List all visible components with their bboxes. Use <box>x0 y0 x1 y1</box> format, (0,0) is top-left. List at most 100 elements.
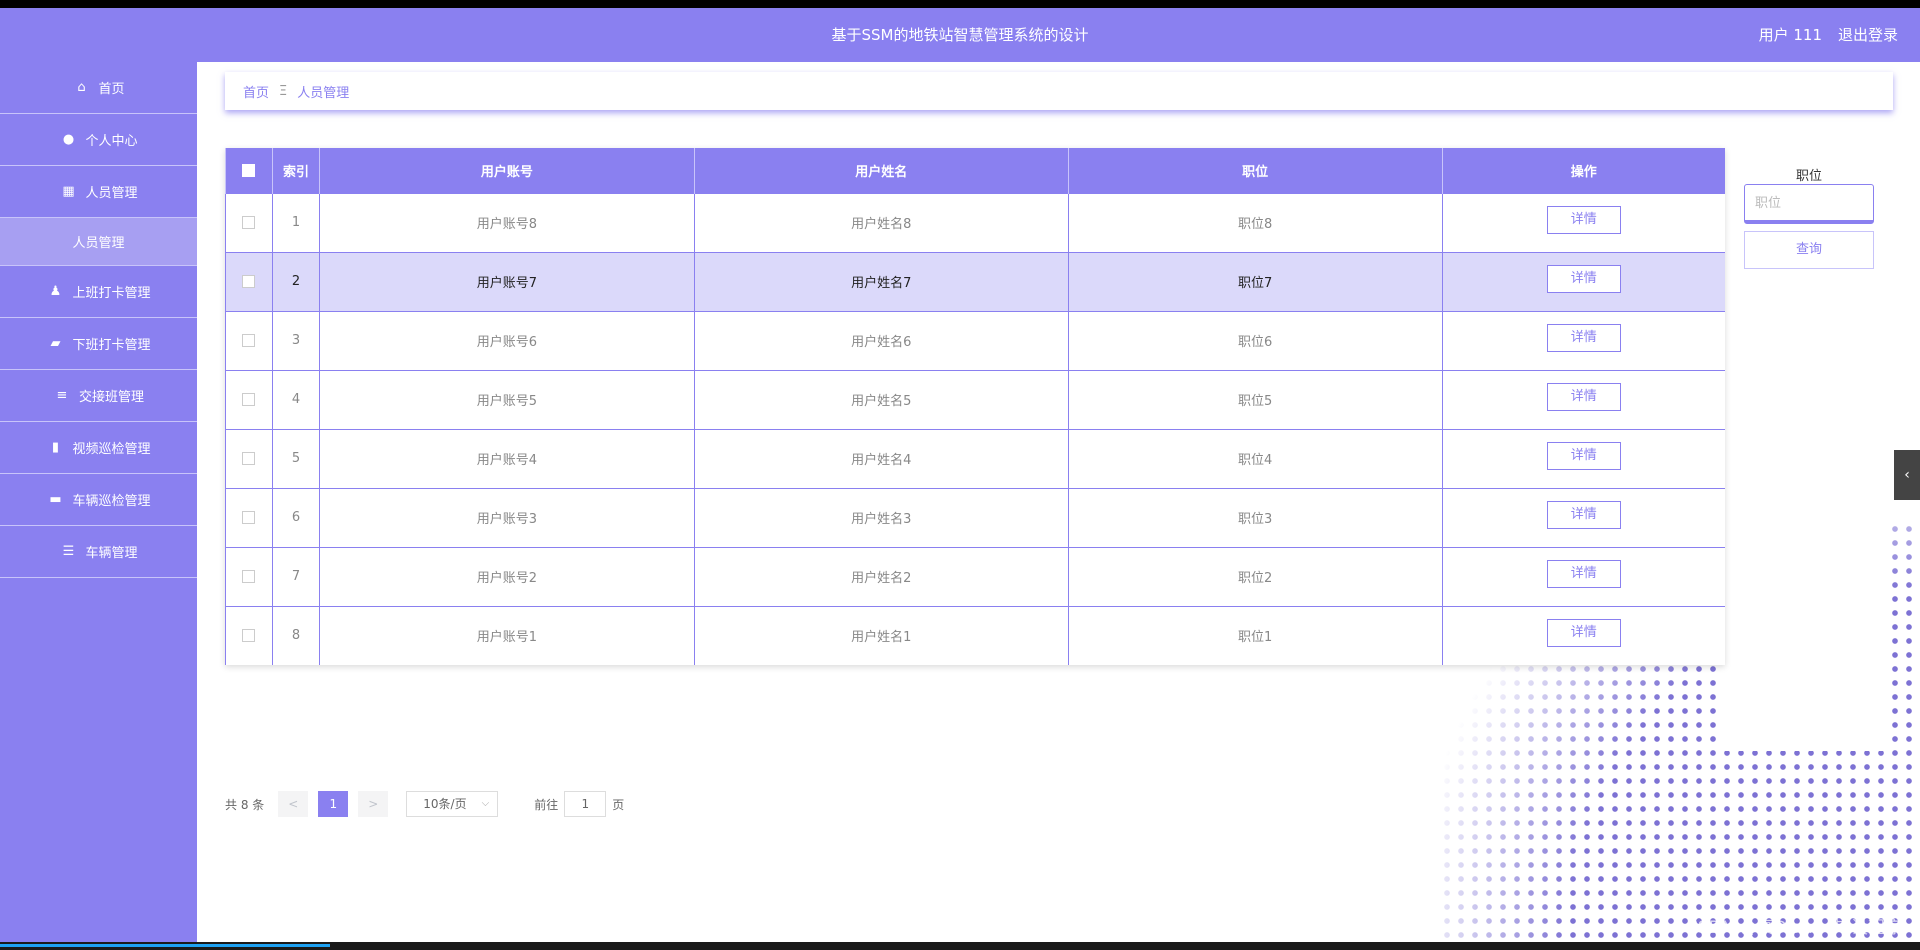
detail-button[interactable]: 详情 <box>1546 500 1621 529</box>
column-header-position: 职位 <box>1067 148 1443 193</box>
table-row[interactable]: 4 用户账号5 用户姓名5 职位5 详情 <box>225 369 1725 429</box>
prev-page-button[interactable]: < <box>278 791 309 817</box>
next-page-button[interactable]: > <box>358 791 389 817</box>
sidebar-item-shift-handover[interactable]: ≡ 交接班管理 <box>0 370 197 422</box>
detail-button[interactable]: 详情 <box>1546 618 1621 647</box>
current-user: 用户 111 <box>1758 26 1822 44</box>
breadcrumb-separator: Ξ <box>279 83 288 99</box>
row-checkbox[interactable] <box>242 216 256 229</box>
ticket-icon: ▬ <box>49 492 62 507</box>
chat-icon: ▰ <box>50 336 61 351</box>
table-row[interactable]: 5 用户账号4 用户姓名4 职位4 详情 <box>225 428 1725 488</box>
detail-button[interactable]: 详情 <box>1546 441 1621 470</box>
column-header-actions: 操作 <box>1441 148 1725 193</box>
position-cell: 职位6 <box>1067 310 1443 370</box>
action-cell: 详情 <box>1441 310 1725 370</box>
app-title: 基于SSM的地铁站智慧管理系统的设计 <box>831 26 1089 44</box>
row-checkbox[interactable] <box>242 570 256 583</box>
row-checkbox[interactable] <box>242 452 256 465</box>
top-header: 基于SSM的地铁站智慧管理系统的设计 用户 111 退出登录 <box>0 8 1920 62</box>
sidebar-item-staff-management[interactable]: ▦ 人员管理 <box>0 166 197 218</box>
sidebar-item-clock-in[interactable]: ♟ 上班打卡管理 <box>0 266 197 318</box>
account-cell: 用户账号8 <box>318 192 695 252</box>
table-row[interactable]: 3 用户账号6 用户姓名6 职位6 详情 <box>225 310 1725 370</box>
row-checkbox[interactable] <box>242 275 256 288</box>
staff-table: 索引 用户账号 用户姓名 职位 操作 1 用户账号8 用户姓名8 职位8 详情 … <box>225 148 1725 665</box>
select-all-header <box>225 148 273 193</box>
action-cell: 详情 <box>1441 428 1725 488</box>
name-cell: 用户姓名1 <box>693 605 1069 665</box>
grid-icon: ▦ <box>62 184 75 199</box>
watermark: CSDN @真Django毕设程序 <box>1685 918 1902 938</box>
index-cell: 6 <box>271 487 320 547</box>
row-checkbox[interactable] <box>242 393 256 406</box>
row-select-cell <box>225 192 273 252</box>
sidebar-item-home[interactable]: ⌂ 首页 <box>0 62 197 114</box>
position-search-input[interactable] <box>1744 184 1874 224</box>
table-row[interactable]: 7 用户账号2 用户姓名2 职位2 详情 <box>225 546 1725 606</box>
logout-link[interactable]: 退出登录 <box>1838 8 1898 62</box>
pagination: 共 8 条 < 1 > 10条/页 ⌵ 前往 1 页 <box>225 790 624 818</box>
user-icon: ● <box>62 132 75 147</box>
name-cell: 用户姓名8 <box>693 192 1069 252</box>
sidebar-item-video-inspection[interactable]: ▮ 视频巡检管理 <box>0 422 197 474</box>
sidebar-item-personal-center[interactable]: ● 个人中心 <box>0 114 197 166</box>
side-drawer-toggle[interactable]: ‹ <box>1894 450 1920 500</box>
account-cell: 用户账号7 <box>318 251 695 311</box>
sliders-icon: ≡ <box>56 388 68 403</box>
goto-prefix: 前往 <box>534 797 559 812</box>
name-cell: 用户姓名5 <box>693 369 1069 429</box>
chevron-left-icon: ‹ <box>1904 467 1910 483</box>
sidebar-item-clock-out[interactable]: ▰ 下班打卡管理 <box>0 318 197 370</box>
row-checkbox[interactable] <box>242 334 256 347</box>
goto-page-input[interactable]: 1 <box>564 791 607 817</box>
column-header-account: 用户账号 <box>318 148 695 193</box>
row-checkbox[interactable] <box>242 511 256 524</box>
app-screen: 基于SSM的地铁站智慧管理系统的设计 用户 111 退出登录 ⌂ 首页 ● 个人… <box>0 8 1920 942</box>
position-cell: 职位5 <box>1067 369 1443 429</box>
position-cell: 职位2 <box>1067 546 1443 606</box>
table-row[interactable]: 8 用户账号1 用户姓名1 职位1 详情 <box>225 605 1725 665</box>
row-select-cell <box>225 310 273 370</box>
name-cell: 用户姓名4 <box>693 428 1069 488</box>
column-header-index: 索引 <box>271 148 320 193</box>
sidebar-subitem-staff-management[interactable]: 人员管理 <box>0 218 197 266</box>
detail-button[interactable]: 详情 <box>1546 323 1621 352</box>
sidebar-item-label: 人员管理 <box>85 186 138 201</box>
detail-button[interactable]: 详情 <box>1546 205 1621 234</box>
sidebar-item-label: 上班打卡管理 <box>72 286 151 301</box>
sidebar-item-vehicle-management[interactable]: ☰ 车辆管理 <box>0 526 197 578</box>
detail-button[interactable]: 详情 <box>1546 264 1621 293</box>
page-number-button[interactable]: 1 <box>318 791 349 817</box>
select-all-checkbox[interactable] <box>242 163 256 177</box>
person-icon: ♟ <box>49 284 62 299</box>
goto-suffix: 页 <box>612 797 625 812</box>
action-cell: 详情 <box>1441 192 1725 252</box>
sidebar-item-vehicle-inspection[interactable]: ▬ 车辆巡检管理 <box>0 474 197 526</box>
detail-button[interactable]: 详情 <box>1546 382 1621 411</box>
table-row[interactable]: 2 用户账号7 用户姓名7 职位7 详情 <box>225 251 1725 311</box>
table-row[interactable]: 1 用户账号8 用户姓名8 职位8 详情 <box>225 192 1725 252</box>
book-icon: ▮ <box>51 440 60 455</box>
account-cell: 用户账号1 <box>318 605 695 665</box>
name-cell: 用户姓名6 <box>693 310 1069 370</box>
action-cell: 详情 <box>1441 251 1725 311</box>
row-select-cell <box>225 605 273 665</box>
index-cell: 3 <box>271 310 320 370</box>
position-cell: 职位7 <box>1067 251 1443 311</box>
position-cell: 职位1 <box>1067 605 1443 665</box>
index-cell: 4 <box>271 369 320 429</box>
name-cell: 用户姓名7 <box>693 251 1069 311</box>
table-row[interactable]: 6 用户账号3 用户姓名3 职位3 详情 <box>225 487 1725 547</box>
row-checkbox[interactable] <box>242 629 256 643</box>
page-size-select[interactable]: 10条/页 ⌵ <box>406 791 499 817</box>
action-cell: 详情 <box>1441 546 1725 606</box>
query-button[interactable]: 查询 <box>1744 231 1874 269</box>
breadcrumb-home-link[interactable]: 首页 <box>243 82 269 101</box>
detail-button[interactable]: 详情 <box>1546 559 1621 588</box>
action-cell: 详情 <box>1441 369 1725 429</box>
account-cell: 用户账号2 <box>318 546 695 606</box>
position-cell: 职位3 <box>1067 487 1443 547</box>
chevron-down-icon: ⌵ <box>481 798 490 809</box>
action-cell: 详情 <box>1441 605 1725 665</box>
